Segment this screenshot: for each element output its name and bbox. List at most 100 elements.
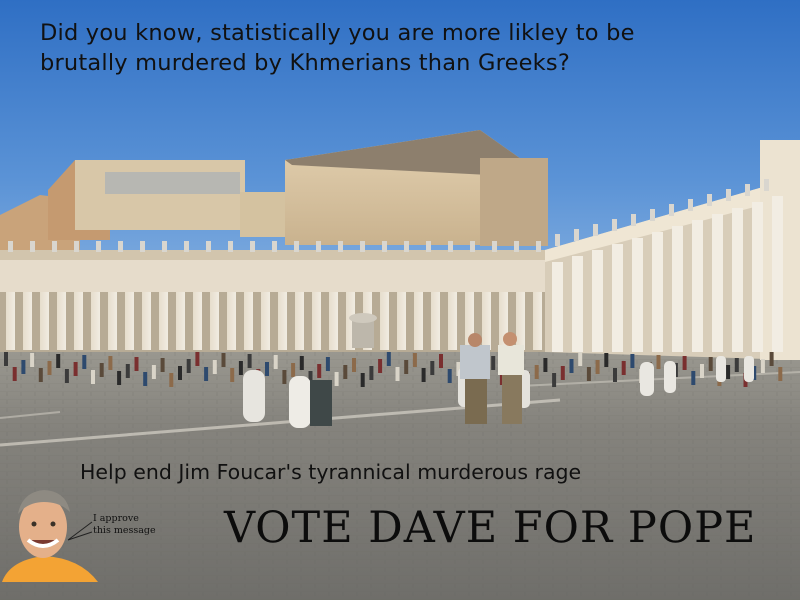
statue <box>52 241 57 252</box>
pedestrian <box>700 364 704 378</box>
statue <box>688 199 693 211</box>
pedestrian <box>352 358 356 372</box>
pedestrian <box>630 354 635 368</box>
pedestrian <box>360 373 365 387</box>
pedestrian <box>230 368 235 382</box>
pedestrian <box>99 363 104 377</box>
statue <box>745 184 750 196</box>
column <box>414 292 423 350</box>
pedestrian <box>491 356 496 370</box>
pedestrian <box>265 362 269 376</box>
column <box>572 256 583 352</box>
pedestrian <box>726 365 731 379</box>
statue <box>448 241 453 252</box>
column <box>261 292 270 350</box>
column <box>712 214 723 352</box>
pedestrian <box>73 362 78 376</box>
pedestrian <box>708 357 713 371</box>
column <box>448 292 457 350</box>
pedestrian <box>534 365 539 379</box>
column <box>295 292 304 350</box>
statue <box>536 241 541 252</box>
pedestrian <box>421 368 426 382</box>
column <box>91 292 100 350</box>
statue <box>726 189 731 201</box>
pedestrian <box>586 367 591 381</box>
statue <box>184 241 189 252</box>
column <box>397 292 406 350</box>
pedestrian <box>430 361 435 375</box>
statue <box>96 241 101 252</box>
pedestrian <box>769 352 774 366</box>
pedestrian <box>317 364 322 378</box>
statue <box>162 241 167 252</box>
pedestrian <box>412 353 417 367</box>
column <box>652 232 663 352</box>
column <box>278 292 287 350</box>
column <box>692 220 703 352</box>
pedestrian <box>212 360 217 374</box>
column <box>6 292 15 350</box>
statue <box>272 241 277 252</box>
pedestrian <box>12 367 17 381</box>
pedestrian <box>369 366 374 380</box>
pedestrian <box>238 361 243 375</box>
column <box>74 292 83 350</box>
statue <box>294 241 299 252</box>
statue <box>8 241 13 252</box>
statue <box>30 241 35 252</box>
pedestrian <box>151 365 156 379</box>
subhead-text: Help end Jim Foucar's tyrannical murdero… <box>80 460 582 484</box>
column <box>176 292 185 350</box>
pedestrian <box>760 359 765 373</box>
pedestrian <box>160 358 165 372</box>
pedestrian <box>691 371 696 385</box>
pedestrian <box>439 354 443 368</box>
column <box>592 250 603 352</box>
statue <box>316 241 321 252</box>
approval-line-1: I approve <box>93 513 139 524</box>
column <box>210 292 219 350</box>
pedestrian <box>30 353 35 367</box>
column <box>23 292 32 350</box>
pedestrian <box>169 373 174 387</box>
column <box>612 244 623 352</box>
pedestrian <box>343 365 348 379</box>
statue <box>492 241 497 252</box>
column <box>159 292 168 350</box>
pedestrian <box>404 360 409 374</box>
column <box>125 292 134 350</box>
pedestrian <box>613 368 617 382</box>
pedestrian <box>38 368 43 382</box>
pedestrian <box>734 358 739 372</box>
column <box>482 292 491 350</box>
statue <box>74 241 79 252</box>
statue <box>612 219 617 231</box>
pedestrian <box>595 360 600 374</box>
pedestrian <box>299 356 304 370</box>
statue <box>118 241 123 252</box>
statue <box>228 241 233 252</box>
statue <box>338 241 343 252</box>
column <box>380 292 389 350</box>
column <box>57 292 66 350</box>
pedestrian <box>395 367 400 381</box>
statue <box>404 241 409 252</box>
pedestrian <box>108 356 113 370</box>
pedestrian <box>91 370 95 384</box>
headline-line-1: Did you know, statistically you are more… <box>40 20 635 46</box>
statue <box>470 241 475 252</box>
pedestrian <box>143 372 148 386</box>
pedestrian <box>447 369 452 383</box>
column <box>732 208 743 352</box>
column <box>632 238 643 352</box>
pedestrian <box>82 355 87 369</box>
column <box>312 292 321 350</box>
pedestrian <box>247 354 252 368</box>
pedestrian <box>221 353 226 367</box>
pedestrian <box>195 352 200 366</box>
pedestrian <box>552 373 557 387</box>
column <box>227 292 236 350</box>
statue <box>593 224 598 236</box>
pedestrian <box>273 355 278 369</box>
